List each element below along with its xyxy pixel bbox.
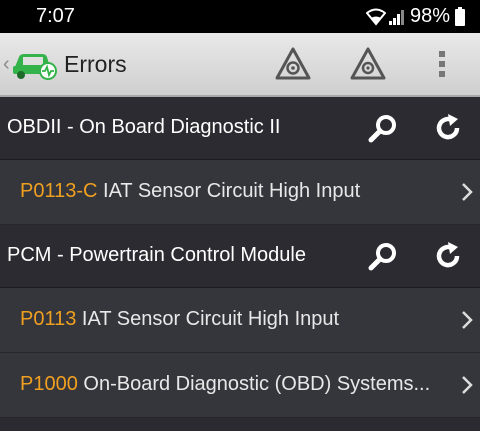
clear-errors-icon[interactable] (275, 46, 311, 82)
search-icon[interactable] (367, 240, 399, 272)
battery-icon (455, 6, 465, 26)
error-code: P0113 (20, 308, 77, 330)
status-bar: 7:07 98% (0, 0, 480, 33)
signal-icon (388, 9, 404, 25)
error-row[interactable]: P0113 IAT Sensor Circuit High Input (0, 288, 480, 353)
chevron-right-icon (462, 183, 473, 201)
chevron-right-icon (462, 311, 473, 329)
clear-errors-all-icon[interactable] (350, 46, 386, 82)
battery-percent: 98% (409, 5, 450, 27)
error-code: P0113-C (20, 180, 98, 202)
error-row[interactable]: P1000 On-Board Diagnostic (OBD) Systems.… (0, 353, 480, 418)
chevron-right-icon (462, 376, 473, 394)
error-description: On-Board Diagnostic (OBD) Systems... (83, 373, 431, 395)
car-diagnostic-logo-icon[interactable] (12, 45, 58, 81)
error-code: P1000 (20, 373, 78, 395)
module-row-pcm: PCM - Powertrain Control Module (0, 225, 480, 288)
error-row[interactable]: P0113-C IAT Sensor Circuit High Input (0, 160, 480, 225)
error-list: OBDII - On Board Diagnostic II P0113-C I… (0, 97, 480, 418)
module-name: PCM - Powertrain Control Module (7, 244, 306, 266)
error-description: IAT Sensor Circuit High Input (81, 308, 340, 330)
module-name: OBDII - On Board Diagnostic II (7, 116, 281, 138)
error-text: P0113 IAT Sensor Circuit High Input (20, 308, 460, 331)
more-options-icon[interactable] (432, 49, 452, 81)
app-bar: ‹ Errors (0, 33, 480, 97)
search-icon[interactable] (367, 112, 399, 144)
error-description: IAT Sensor Circuit High Input (103, 180, 361, 202)
refresh-icon[interactable] (432, 112, 464, 144)
status-icons: 98% (365, 5, 466, 28)
page-title: Errors (64, 51, 127, 77)
error-text: P0113-C IAT Sensor Circuit High Input (20, 180, 460, 203)
module-row-obdii: OBDII - On Board Diagnostic II (0, 97, 480, 160)
back-chevron-icon[interactable]: ‹ (3, 52, 10, 76)
status-time: 7:07 (36, 5, 75, 27)
error-text: P1000 On-Board Diagnostic (OBD) Systems.… (20, 373, 460, 396)
refresh-icon[interactable] (432, 240, 464, 272)
wifi-icon (365, 8, 386, 26)
